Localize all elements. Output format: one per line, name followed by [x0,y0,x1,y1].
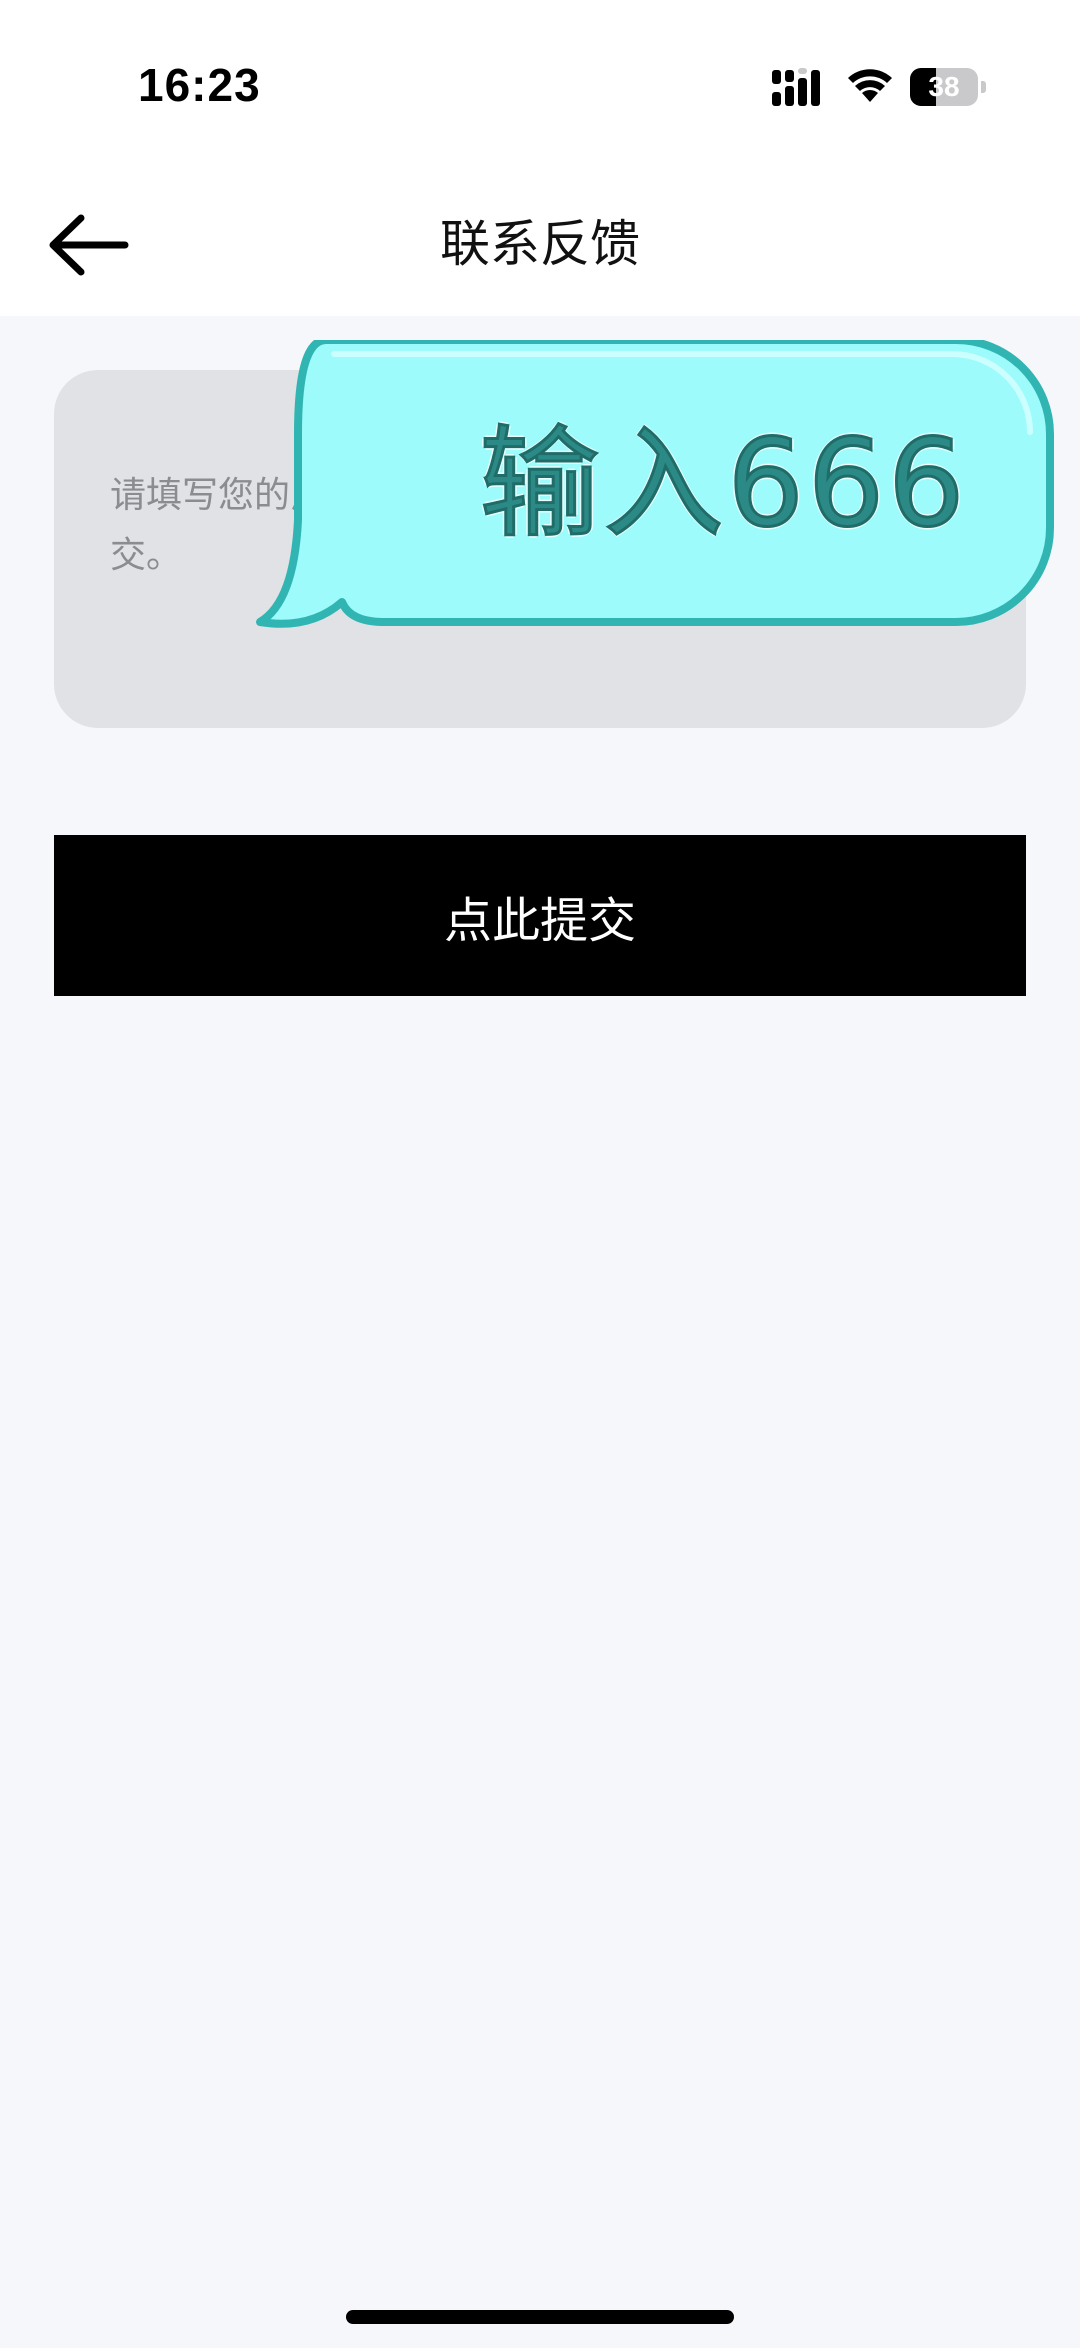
battery-body: 38 [910,68,978,106]
app-header: 16:23 38 联系反馈 [0,0,1080,316]
speech-bubble-overlay: 输入666 [254,340,1054,640]
back-button[interactable] [38,200,138,290]
overlay-instruction-text: 输入666 [478,414,969,556]
status-bar-time: 16:23 [138,59,261,111]
signal-icon [772,68,820,106]
submit-button[interactable]: 点此提交 [54,835,1026,996]
battery-tip [981,81,986,93]
battery-level: 38 [928,71,960,102]
battery-icon: 38 [910,68,986,106]
home-indicator[interactable] [346,2310,734,2324]
arrow-left-icon [49,214,129,276]
page-title: 联系反馈 [440,215,640,273]
wifi-icon [848,69,892,102]
